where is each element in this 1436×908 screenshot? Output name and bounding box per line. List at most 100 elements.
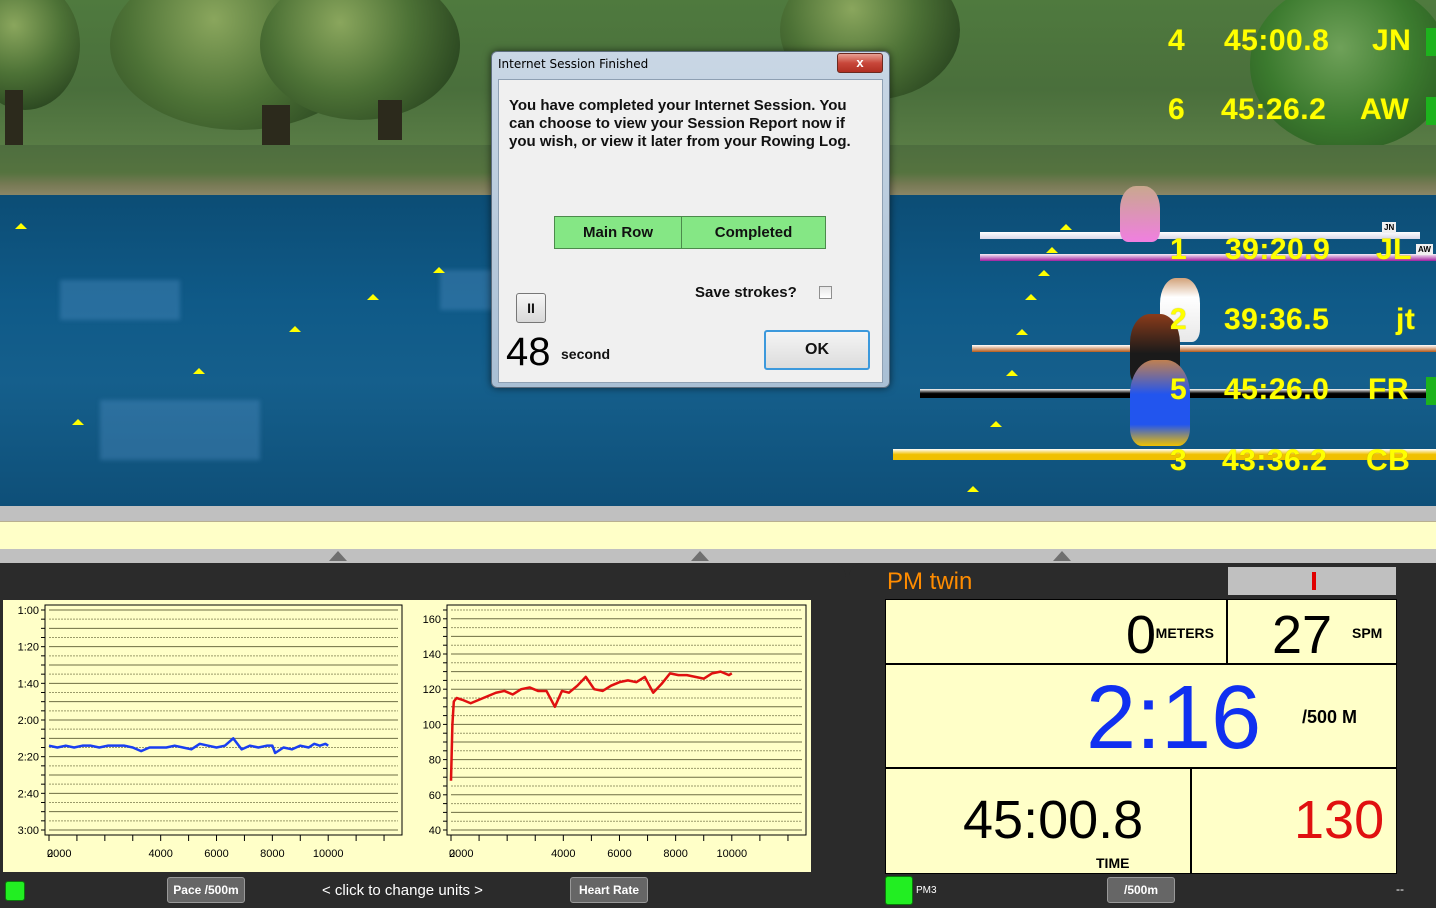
leaderboard-row: 3 43:36.2 CB	[1170, 444, 1436, 478]
session-status-row: Main Row Completed	[554, 216, 826, 249]
pause-icon: II	[527, 300, 535, 316]
pm-display: 0 METERS 27 SPM 2:16 /500 M 45:00.8 TIME…	[885, 599, 1397, 874]
pm-connection-led	[885, 876, 913, 905]
water-reflection	[60, 280, 180, 320]
pause-button[interactable]: II	[516, 293, 546, 323]
heart-rate-chart-svg: 40608010012014016002000 4000 6000 8000 10000	[423, 604, 807, 860]
x-tick-label: 6000	[204, 848, 228, 860]
y-tick-label: 160	[423, 614, 441, 626]
tree-trunk	[378, 100, 402, 140]
rower	[1120, 186, 1160, 242]
dialog-message: You have completed your Internet Session…	[509, 97, 851, 150]
lane-buoy	[1025, 294, 1037, 300]
spm-cell: 27 SPM	[1228, 600, 1396, 665]
splitter-bar[interactable]	[0, 549, 1436, 563]
x-tick-label: 6000	[607, 848, 631, 860]
lane-buoy	[72, 419, 84, 425]
tree-trunk	[5, 90, 23, 145]
y-tick-label: 1:40	[18, 678, 39, 690]
ok-button[interactable]: OK	[764, 330, 870, 370]
time-cell: 45:00.8 TIME	[886, 769, 1192, 873]
x-tick-label: 8000	[663, 848, 687, 860]
pace-units-button[interactable]: Pace /500m	[167, 877, 245, 903]
place: 3	[1170, 444, 1188, 477]
lane-buoy	[433, 267, 445, 273]
series-line	[449, 670, 733, 781]
leaderboard-row: 1 39:20.9 JL	[1170, 233, 1436, 267]
y-tick-label: 3:00	[18, 825, 39, 837]
y-tick-label: 80	[429, 755, 441, 767]
message-strip	[0, 521, 1436, 550]
gauge-needle	[1312, 572, 1316, 590]
divider	[0, 506, 1436, 521]
lane-buoy	[1038, 270, 1050, 276]
leaderboard-row: 6 45:26.2 AW	[1168, 93, 1436, 127]
series-line	[48, 737, 329, 755]
x-tick-label: 10000	[313, 848, 344, 860]
session-state: Completed	[714, 224, 793, 241]
y-tick-label: 100	[423, 719, 441, 731]
boat-jt	[972, 345, 1436, 352]
finish-time: 45:26.2	[1221, 93, 1327, 126]
place: 2	[1170, 303, 1188, 336]
x-tick-label: 10000	[717, 848, 748, 860]
spm-value: 27	[1272, 605, 1333, 665]
x-tick-label: 8000	[260, 848, 284, 860]
splitter-up-arrow-icon[interactable]	[1053, 551, 1071, 561]
leaderboard-row: 5 45:26.0 FR	[1170, 373, 1436, 407]
pm-title: PM twin	[887, 568, 973, 595]
countdown-unit: second	[561, 346, 611, 362]
lane-buoy	[289, 326, 301, 332]
spm-unit: SPM	[1352, 625, 1383, 641]
session-finished-dialog: Internet Session Finished x You have com…	[491, 51, 890, 388]
monitor-label: PM3	[916, 885, 937, 896]
pace-unit: /500 M	[1302, 707, 1358, 727]
save-strokes-label: Save strokes?	[695, 284, 797, 301]
lane-buoy	[990, 421, 1002, 427]
finish-time: 43:36.2	[1222, 444, 1328, 477]
pace-chart: 1:00 1:20 1:40 2:00 2:20 2:40 3:00 0 2000 4000 600…	[3, 600, 407, 872]
tree-trunk	[262, 105, 290, 147]
y-tick-label: 140	[423, 649, 441, 661]
change-units-hint[interactable]: < click to change units >	[322, 882, 483, 899]
meters-value: 0	[1125, 605, 1156, 665]
finish-time: 39:36.5	[1224, 303, 1330, 336]
leaderboard-row: 2 39:36.5 jt	[1170, 303, 1436, 337]
lane-buoy	[1060, 224, 1072, 230]
rower-initials: CB	[1366, 444, 1411, 477]
heart-rate-chart: 40 60 80 100 120 140 160 0 2000 4000 6000 8000 10000	[407, 600, 811, 872]
heart-rate-value: 130	[1294, 790, 1385, 850]
close-button[interactable]: x	[837, 53, 883, 73]
finish-time: 45:26.0	[1224, 373, 1330, 406]
x-tick-label: 4000	[551, 848, 575, 860]
y-tick-label: 2:20	[18, 752, 39, 764]
meters-cell: 0 METERS	[886, 600, 1228, 665]
dialog-body: You have completed your Internet Session…	[498, 79, 883, 383]
meters-unit: METERS	[1155, 625, 1214, 641]
pace-cell: 2:16 /500 M	[886, 665, 1396, 769]
rower-initials: AW	[1360, 93, 1410, 126]
status-indicator	[1426, 28, 1436, 56]
x-tick-label: 2000	[47, 848, 71, 860]
lane-buoy	[15, 223, 27, 229]
time-value: 45:00.8	[963, 790, 1144, 850]
place: 1	[1170, 233, 1188, 266]
plot-frame	[446, 604, 807, 836]
lane-buoy	[193, 368, 205, 374]
splitter-up-arrow-icon[interactable]	[329, 551, 347, 561]
session-name: Main Row	[555, 217, 682, 248]
connection-led	[5, 881, 25, 901]
finish-time: 39:20.9	[1225, 233, 1331, 266]
countdown-value: 48	[506, 330, 551, 374]
rower-initials: JL	[1376, 233, 1413, 266]
y-tick-label: 2:00	[18, 715, 39, 727]
save-strokes-checkbox[interactable]	[819, 286, 832, 299]
splitter-up-arrow-icon[interactable]	[691, 551, 709, 561]
water-reflection	[100, 400, 260, 460]
pace-value: 2:16	[1086, 668, 1262, 768]
status-indicator	[1426, 97, 1436, 125]
y-tick-label: 1:20	[18, 642, 39, 654]
pm-units-button[interactable]: /500m	[1107, 877, 1175, 903]
close-icon: x	[856, 55, 864, 70]
heart-rate-button[interactable]: Heart Rate	[570, 877, 648, 903]
